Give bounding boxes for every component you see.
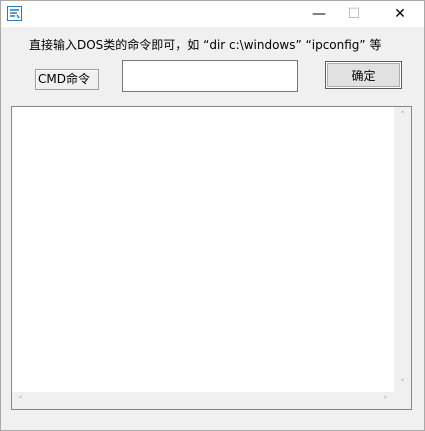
main-window: — ☐ ✕ 直接输入DOS类的命令即可，如 “dir c:\windows” “… (0, 0, 425, 431)
ok-button[interactable]: 确定 (325, 61, 402, 89)
close-button[interactable]: ✕ (382, 1, 418, 27)
scrollbar-corner (394, 392, 411, 409)
output-textarea[interactable]: ˄ ˅ ˂ ˃ (11, 106, 412, 410)
scroll-down-arrow-icon[interactable]: ˅ (394, 375, 411, 392)
cmd-label: CMD命令 (35, 69, 99, 90)
scroll-up-arrow-icon[interactable]: ˄ (394, 107, 411, 124)
scroll-left-arrow-icon[interactable]: ˂ (12, 392, 29, 409)
scroll-right-arrow-icon[interactable]: ˃ (377, 392, 394, 409)
instruction-label: 直接输入DOS类的命令即可，如 “dir c:\windows” “ipconf… (29, 38, 382, 52)
app-icon (7, 6, 22, 21)
horizontal-scrollbar[interactable]: ˂ ˃ (12, 392, 394, 409)
vertical-scrollbar[interactable]: ˄ ˅ (394, 107, 411, 392)
maximize-button[interactable]: ☐ (336, 1, 372, 27)
cmd-input[interactable] (122, 60, 298, 92)
title-bar[interactable]: — ☐ ✕ (1, 1, 424, 27)
minimize-button[interactable]: — (301, 1, 337, 27)
